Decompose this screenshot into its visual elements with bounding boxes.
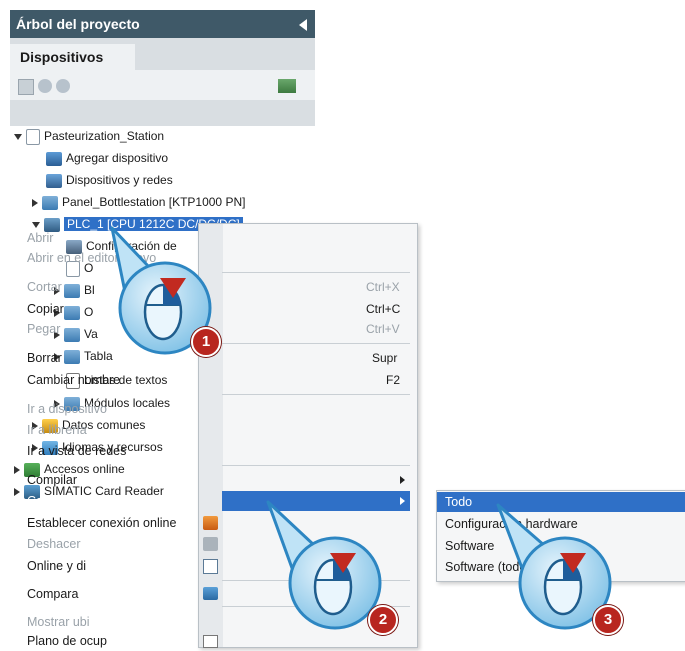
step-badge-1: 1	[191, 327, 221, 357]
tutorial-overlay	[110, 226, 612, 630]
mouse-callout-3	[496, 503, 612, 630]
step-badge-2: 2	[368, 605, 398, 635]
step-badge-3: 3	[593, 605, 623, 635]
mouse-callout-2	[266, 500, 382, 630]
